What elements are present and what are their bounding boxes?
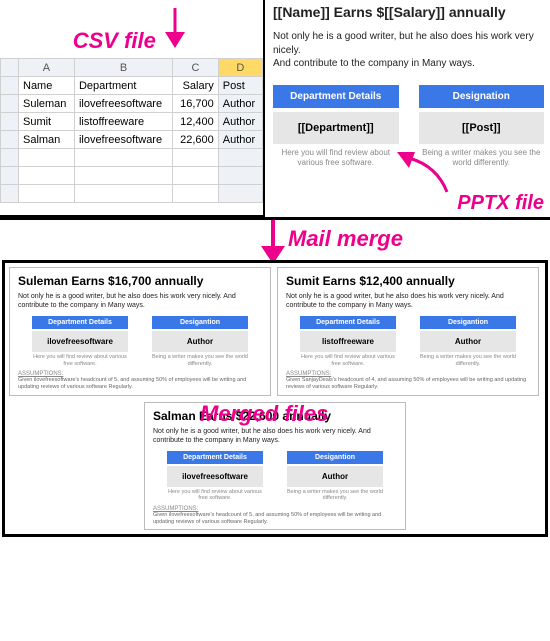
csv-spreadsheet: A B C D Name Department Salary Post Sule… (0, 58, 263, 203)
merged-slide: Suleman Earns $16,700 annually Not only … (9, 267, 271, 396)
pptx-col-department: Department Details [[Department]] Here y… (273, 85, 399, 169)
slide-body: Not only he is a good writer, but he als… (286, 292, 530, 310)
col-header-c[interactable]: C (173, 59, 219, 77)
pptx-body: Not only he is a good writer, but he als… (273, 30, 544, 71)
header-post: Post (218, 77, 262, 95)
table-row (1, 185, 263, 203)
slide-title: Sumit Earns $12,400 annually (286, 274, 530, 288)
pptx-panel: [[Name]] Earns $[[Salary]] annually Not … (265, 0, 550, 217)
pptx-col2-value: [[Post]] (419, 112, 545, 144)
merged-panel: Suleman Earns $16,700 annually Not only … (2, 260, 548, 537)
arrow-down-icon (160, 6, 190, 48)
spreadsheet-header-row: Name Department Salary Post (1, 77, 263, 95)
csv-file-label: CSV file (73, 28, 156, 53)
slide-body: Not only he is a good writer, but he als… (18, 292, 262, 310)
pptx-col1-note: Here you will find review about various … (273, 148, 399, 169)
pptx-file-label: PPTX file (457, 192, 544, 215)
pptx-col1-value: [[Department]] (273, 112, 399, 144)
slide-body: Not only he is a good writer, but he als… (153, 427, 397, 445)
top-row: CSV file A B C D Name Department Salary (0, 0, 550, 220)
mail-merge-row: Mail merge (0, 220, 550, 260)
table-row (1, 149, 263, 167)
pptx-title: [[Name]] Earns $[[Salary]] annually (273, 4, 544, 20)
merged-files-label: Merged files (200, 401, 328, 427)
header-salary: Salary (173, 77, 219, 95)
table-row (1, 167, 263, 185)
table-row: Salmanilovefreesoftware22,600Author (1, 131, 263, 149)
col-header-a[interactable]: A (19, 59, 75, 77)
table-row: Sulemanilovefreesoftware16,700Author (1, 95, 263, 113)
slide-title: Suleman Earns $16,700 annually (18, 274, 262, 288)
spreadsheet-corner (1, 59, 19, 77)
csv-panel: CSV file A B C D Name Department Salary (0, 0, 265, 217)
pptx-col2-header: Designation (419, 85, 545, 108)
header-dept: Department (74, 77, 172, 95)
merged-slide: Sumit Earns $12,400 annually Not only he… (277, 267, 539, 396)
pptx-col1-header: Department Details (273, 85, 399, 108)
col-header-b[interactable]: B (74, 59, 172, 77)
col-header-d[interactable]: D (218, 59, 262, 77)
table-row: Sumitlistoffreeware12,400Author (1, 113, 263, 131)
arrow-up-left-icon (397, 152, 453, 199)
mail-merge-label: Mail merge (288, 226, 403, 252)
header-name: Name (19, 77, 75, 95)
